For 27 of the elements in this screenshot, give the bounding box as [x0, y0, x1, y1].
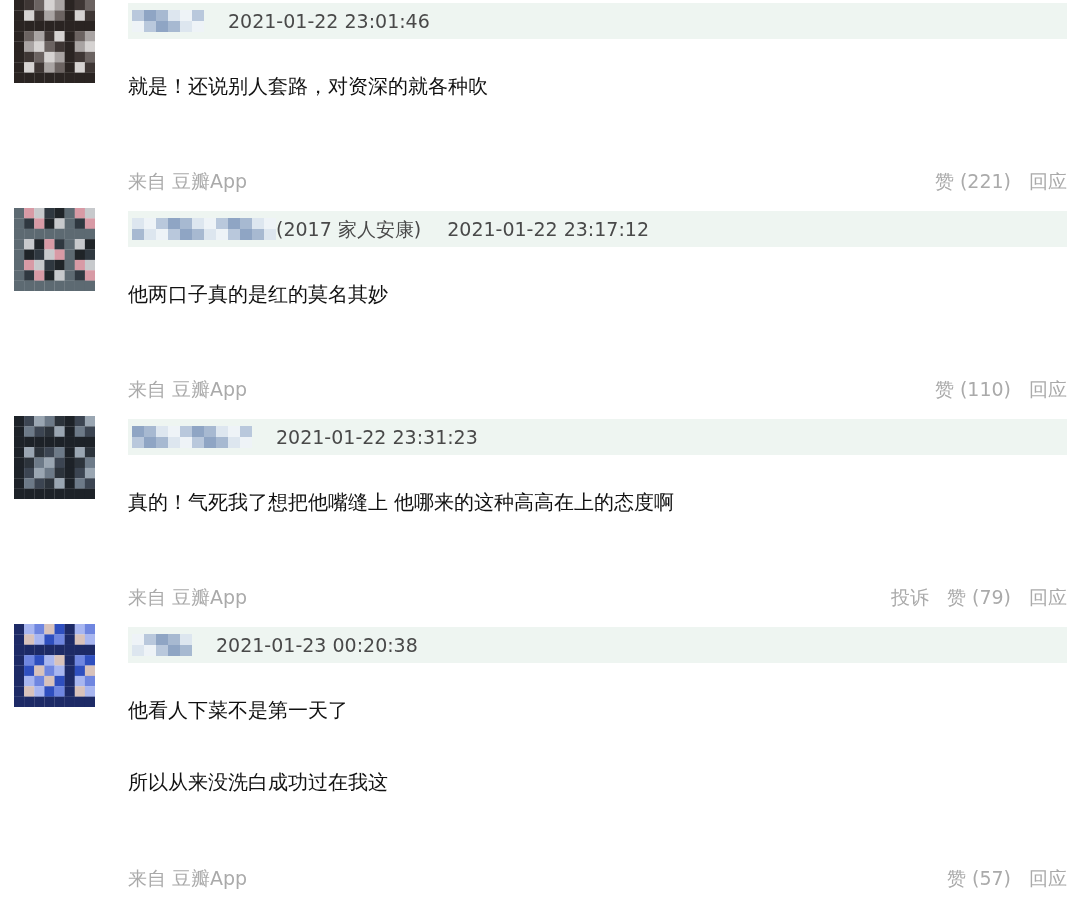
comment-text: 就是！还说别人套路，对资深的就各种吹: [128, 73, 489, 100]
comment-time: 2021-01-22 23:31:23: [276, 424, 478, 450]
action-link[interactable]: 回应: [1029, 167, 1067, 196]
avatar[interactable]: [14, 624, 95, 707]
avatar[interactable]: [14, 0, 95, 83]
comment-text: 他看人下菜不是第一天了: [128, 697, 349, 724]
avatar[interactable]: [14, 208, 95, 291]
avatar[interactable]: [14, 416, 95, 499]
source-label: 来自 豆瓣App: [128, 866, 248, 891]
action-link[interactable]: 赞 (79): [946, 583, 1011, 612]
action-link[interactable]: 回应: [1029, 583, 1067, 612]
action-link[interactable]: 回应: [1029, 864, 1067, 893]
action-link[interactable]: 赞 (110): [934, 375, 1011, 404]
comment-time: 2021-01-22 23:17:12: [447, 216, 649, 242]
comment-time: 2021-01-23 00:20:38: [216, 632, 418, 658]
action-link[interactable]: 回应: [1029, 375, 1067, 404]
source-label: 来自 豆瓣App: [128, 377, 248, 402]
source-label: 来自 豆瓣App: [128, 585, 248, 610]
comment-time: 2021-01-22 23:01:46: [228, 8, 430, 34]
user-note: (2017 家人安康): [276, 216, 422, 242]
action-link[interactable]: 赞 (57): [946, 864, 1011, 893]
comment-text: 真的！气死我了想把他嘴缝上 他哪来的这种高高在上的态度啊: [128, 489, 676, 516]
action-link[interactable]: 赞 (221): [934, 167, 1011, 196]
source-label: 来自 豆瓣App: [128, 169, 248, 194]
comment-text: 他两口子真的是红的莫名其妙: [128, 281, 389, 308]
comment-text: 所以从来没洗白成功过在我这: [128, 769, 389, 796]
action-link[interactable]: 投诉: [890, 583, 929, 612]
